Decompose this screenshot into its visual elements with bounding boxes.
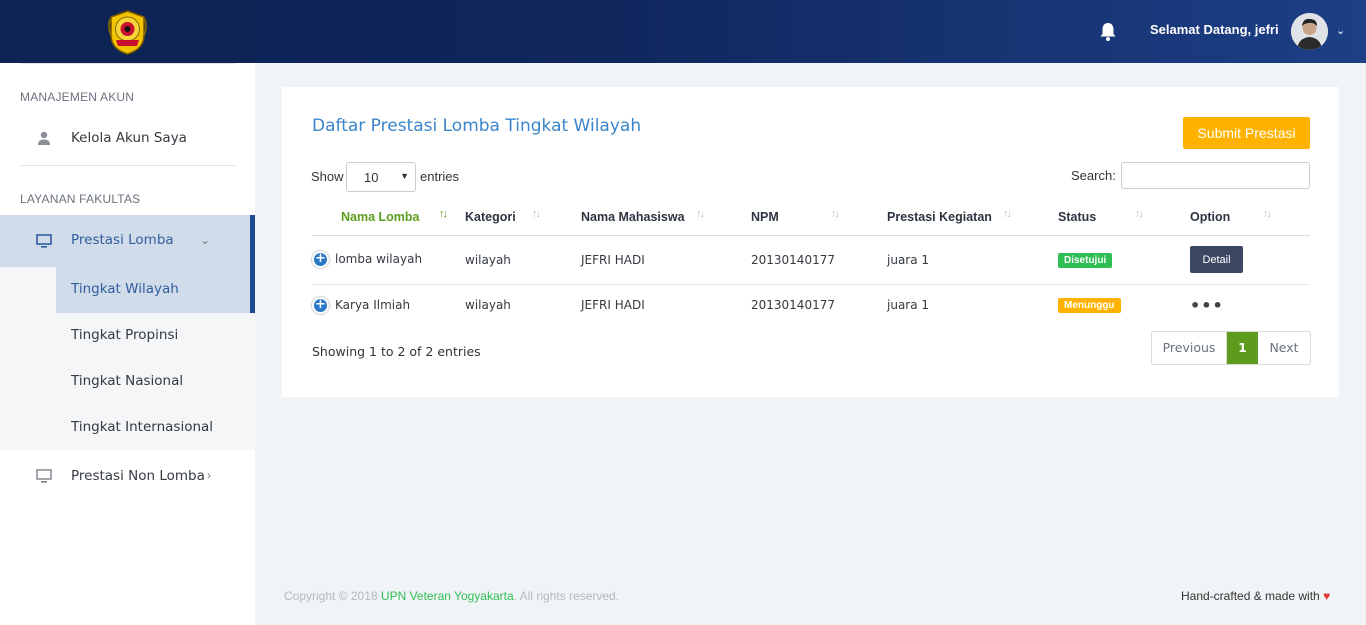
heart-icon: ♥ bbox=[1323, 589, 1331, 603]
monitor-icon bbox=[36, 234, 52, 248]
copyright-text: . All rights reserved. bbox=[513, 589, 620, 603]
cell-prestasi: juara 1 bbox=[887, 298, 930, 313]
sort-icon: ↑↓ bbox=[532, 208, 541, 220]
user-icon bbox=[38, 131, 50, 145]
divider bbox=[20, 63, 236, 64]
cell-status: Disetujui bbox=[1058, 235, 1190, 285]
university-logo[interactable] bbox=[104, 9, 151, 56]
search-label: Search: bbox=[1071, 168, 1116, 183]
search-input[interactable] bbox=[1121, 162, 1310, 189]
cell-npm: 20130140177 bbox=[751, 235, 887, 285]
column-header-label: Status bbox=[1058, 209, 1097, 224]
footer-university-link[interactable]: UPN Veteran Yogyakarta bbox=[381, 589, 514, 603]
user-avatar-icon bbox=[1291, 13, 1328, 50]
expand-plus-icon[interactable]: + bbox=[312, 296, 329, 314]
column-header-label: Kategori bbox=[465, 209, 516, 224]
column-header-option[interactable]: Option ↑↓ bbox=[1190, 199, 1310, 236]
column-header-mahasiswa[interactable]: Nama Mahasiswa ↑↓ bbox=[581, 199, 751, 236]
cell-option: ••• bbox=[1190, 284, 1310, 326]
column-header-label: Nama Mahasiswa bbox=[581, 209, 685, 224]
expand-plus-icon[interactable]: + bbox=[312, 251, 329, 268]
top-navbar: Selamat Datang, jefri ⌄ bbox=[0, 0, 1366, 63]
sidebar-item-prestasi-non-lomba[interactable]: Prestasi Non Lomba › bbox=[0, 456, 255, 496]
cell-nama-lomba: + Karya Ilmiah bbox=[312, 284, 465, 326]
page-title: Daftar Prestasi Lomba Tingkat Wilayah bbox=[312, 116, 642, 136]
pagination: Previous 1 Next bbox=[1151, 331, 1311, 365]
divider bbox=[20, 165, 236, 166]
content-card: Daftar Prestasi Lomba Tingkat Wilayah Su… bbox=[282, 87, 1339, 397]
column-header-label: Option bbox=[1190, 209, 1231, 224]
cell-nama-lomba: + lomba wilayah bbox=[312, 235, 465, 285]
sort-icon: ↑↓ bbox=[1263, 208, 1272, 220]
sidebar: MANAJEMEN AKUN Kelola Akun Saya LAYANAN … bbox=[0, 63, 255, 625]
sidebar-item-kelola-akun[interactable]: Kelola Akun Saya bbox=[0, 118, 255, 158]
column-header-nama-lomba[interactable]: Nama Lomba ↑↓ bbox=[312, 199, 465, 236]
sort-icon: ↑↓ bbox=[1003, 208, 1012, 220]
sort-asc-icon: ↑↓ bbox=[439, 208, 448, 220]
cell-mahasiswa: JEFRI HADI bbox=[581, 298, 645, 313]
chevron-right-icon: › bbox=[207, 468, 211, 482]
column-header-label: Prestasi Kegiatan bbox=[887, 209, 992, 224]
column-header-label: Nama Lomba bbox=[341, 209, 420, 224]
submenu-item-wilayah[interactable]: Tingkat Wilayah bbox=[56, 267, 255, 313]
made-with-text: Hand-crafted & made with bbox=[1181, 589, 1324, 603]
column-header-prestasi[interactable]: Prestasi Kegiatan ↑↓ bbox=[887, 199, 1058, 236]
column-header-label: NPM bbox=[751, 209, 779, 224]
entries-label: entries bbox=[420, 169, 460, 184]
avatar[interactable] bbox=[1291, 13, 1328, 50]
footer-made-with: Hand-crafted & made with ♥ bbox=[1181, 589, 1330, 603]
next-page-button[interactable]: Next bbox=[1258, 332, 1310, 364]
sidebar-item-label: Prestasi Lomba bbox=[71, 232, 174, 248]
copyright-text: Copyright © 2018 bbox=[284, 589, 381, 603]
triangle-down-icon: ▼ bbox=[400, 171, 409, 181]
logo-area bbox=[0, 0, 255, 63]
monitor-icon bbox=[36, 469, 52, 483]
cell-kategori: wilayah bbox=[465, 235, 581, 285]
status-badge: Disetujui bbox=[1058, 252, 1113, 268]
cell-text: lomba wilayah bbox=[335, 252, 423, 266]
submenu-item-label: Tingkat Wilayah bbox=[71, 281, 179, 297]
chevron-down-icon[interactable]: ⌄ bbox=[1336, 24, 1345, 37]
sort-icon: ↑↓ bbox=[831, 208, 840, 220]
sort-icon: ↑↓ bbox=[696, 208, 705, 220]
detail-button[interactable]: Detail bbox=[1190, 246, 1243, 273]
column-header-kategori[interactable]: Kategori ↑↓ bbox=[465, 199, 581, 236]
page-size-value: 10 bbox=[364, 170, 379, 185]
column-header-status[interactable]: Status ↑↓ bbox=[1058, 199, 1190, 236]
cell-prestasi: juara 1 bbox=[887, 235, 1058, 285]
cell-option: Detail bbox=[1190, 235, 1310, 285]
sidebar-item-label: Kelola Akun Saya bbox=[71, 130, 187, 146]
cell-npm: 20130140177 bbox=[751, 298, 835, 313]
cell-kategori: wilayah bbox=[465, 298, 511, 313]
submit-prestasi-button[interactable]: Submit Prestasi bbox=[1183, 117, 1310, 149]
sort-icon: ↑↓ bbox=[1135, 208, 1144, 220]
sidebar-item-prestasi-lomba[interactable]: Prestasi Lomba ⌄ bbox=[0, 215, 255, 267]
sidebar-item-label: Prestasi Non Lomba bbox=[71, 468, 205, 484]
table-header-row: Nama Lomba ↑↓ Kategori ↑↓ Nama Mahasiswa… bbox=[312, 199, 1310, 236]
submenu-item-internasional[interactable]: Tingkat Internasional bbox=[71, 419, 213, 435]
column-header-npm[interactable]: NPM ↑↓ bbox=[751, 199, 887, 236]
prestasi-table: Nama Lomba ↑↓ Kategori ↑↓ Nama Mahasiswa… bbox=[312, 199, 1310, 326]
show-label: Show bbox=[311, 169, 344, 184]
cell-mahasiswa: JEFRI HADI bbox=[581, 235, 751, 285]
bell-icon[interactable] bbox=[1099, 22, 1117, 42]
section-heading-akun: MANAJEMEN AKUN bbox=[20, 90, 135, 104]
chevron-down-icon: ⌄ bbox=[200, 233, 211, 247]
status-badge: Menunggu bbox=[1058, 298, 1121, 314]
cell-text: Karya Ilmiah bbox=[335, 297, 411, 312]
table-row: + lomba wilayah wilayah JEFRI HADI 201301… bbox=[312, 235, 1310, 285]
footer-copyright: Copyright © 2018 UPN Veteran Yogyakarta.… bbox=[284, 589, 619, 603]
more-options-icon[interactable]: ••• bbox=[1190, 296, 1224, 315]
page-size-select[interactable]: 10 ▼ bbox=[346, 162, 416, 192]
welcome-text: Selamat Datang, jefri bbox=[1150, 22, 1279, 37]
table-info: Showing 1 to 2 of 2 entries bbox=[312, 344, 481, 359]
submenu-item-propinsi[interactable]: Tingkat Propinsi bbox=[71, 327, 178, 343]
table-row: + Karya Ilmiah wilayah JEFRI HADI 2013014… bbox=[312, 284, 1310, 326]
cell-status: Menunggu bbox=[1058, 284, 1190, 326]
submenu-item-nasional[interactable]: Tingkat Nasional bbox=[71, 373, 183, 389]
page-button-1[interactable]: 1 bbox=[1227, 332, 1258, 364]
section-heading-fakultas: LAYANAN FAKULTAS bbox=[20, 192, 141, 206]
previous-page-button[interactable]: Previous bbox=[1152, 332, 1227, 364]
